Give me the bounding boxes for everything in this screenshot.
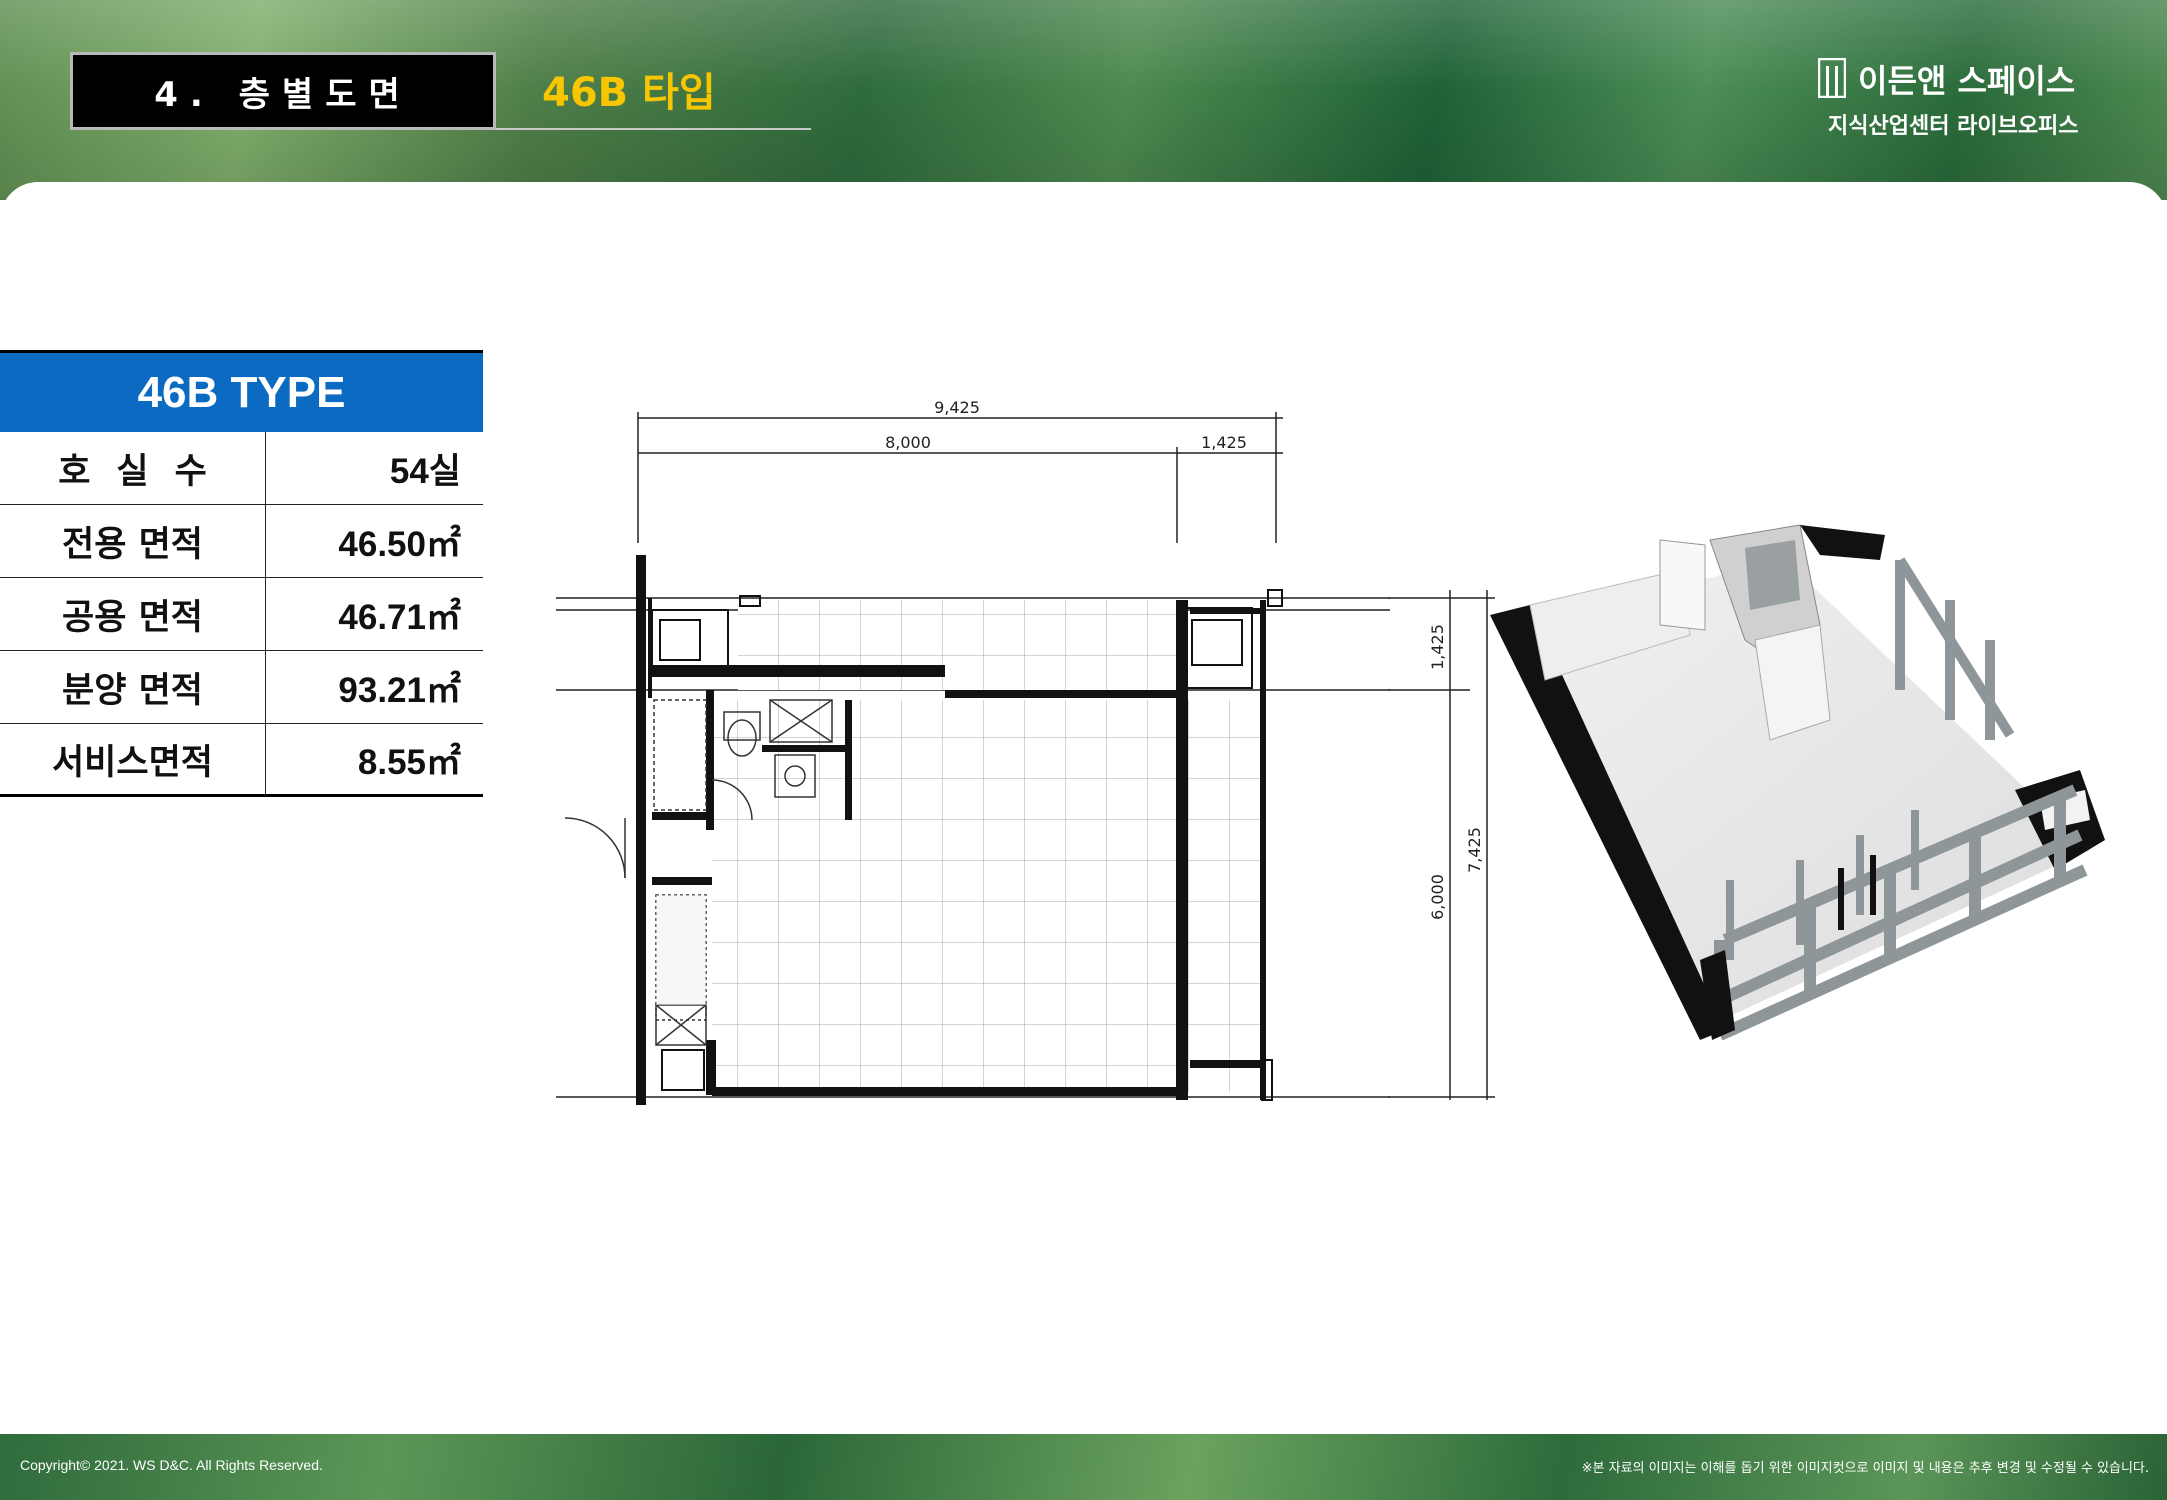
table-row: 호실수 54실 [0, 432, 483, 505]
table-row: 분양 면적 93.21㎡ [0, 651, 483, 724]
spec-label: 전용 면적 [0, 505, 266, 577]
title-underline [496, 128, 811, 130]
section-label: 4. 층별도면 [154, 74, 412, 115]
spec-value: 46.50㎡ [338, 524, 461, 564]
table-row: 공용 면적 46.71㎡ [0, 578, 483, 651]
spec-table-header: 46B TYPE [0, 350, 483, 432]
page-title: 46B 타입 [542, 70, 716, 116]
dim-height-main: 6,000 [1428, 874, 1447, 920]
section-label-box: 4. 층별도면 [70, 52, 496, 130]
copyright-text: Copyright© 2021. WS D&C. All Rights Rese… [20, 1457, 323, 1473]
room-3d-render [1490, 524, 2105, 1041]
spec-label: 공용 면적 [0, 578, 266, 650]
spec-value: 54실 [389, 451, 461, 491]
dim-height-top: 1,425 [1428, 624, 1447, 670]
brand-name: 이든앤 스페이스 [1858, 62, 2076, 100]
dim-width-side: 1,425 [1201, 433, 1247, 452]
spec-value: 46.71㎡ [338, 597, 461, 637]
dim-width-main: 8,000 [885, 433, 931, 452]
brand-logo: 이든앤 스페이스 지식산업센터 라이브오피스 [1818, 54, 2098, 144]
spec-label: 서비스면적 [0, 724, 266, 794]
spec-label: 분양 면적 [0, 651, 266, 723]
disclaimer-text: ※본 자료의 이미지는 이해를 돕기 위한 이미지컷으로 이미지 및 내용은 추… [1581, 1461, 2149, 1476]
spec-value: 8.55㎡ [357, 742, 461, 782]
spec-value: 93.21㎡ [338, 670, 461, 710]
spec-table-title: 46B TYPE [137, 367, 346, 417]
dim-total-width: 9,425 [934, 398, 980, 417]
building-logo-icon [1818, 58, 1846, 98]
table-row: 전용 면적 46.50㎡ [0, 505, 483, 578]
floor-plan-drawing: 9,425 8,000 1,425 1,425 6,000 7,425 [556, 398, 1495, 1105]
table-row: 서비스면적 8.55㎡ [0, 724, 483, 797]
spec-table: 46B TYPE 호실수 54실 전용 면적 46.50㎡ 공용 면적 46.7… [0, 350, 483, 797]
spec-label: 호실수 [0, 432, 266, 504]
brand-subtitle: 지식산업센터 라이브오피스 [1828, 114, 2079, 139]
